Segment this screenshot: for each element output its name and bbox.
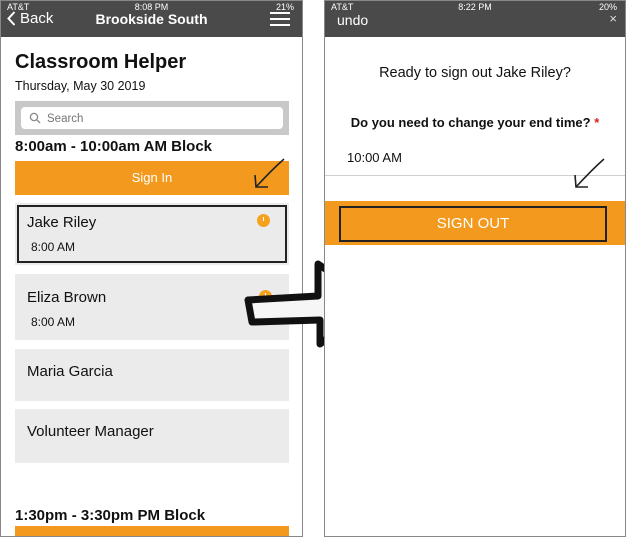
list-item-maria-garcia[interactable]: Maria Garcia <box>15 349 289 401</box>
page-date: Thursday, May 30 2019 <box>15 79 146 93</box>
sign-out-screen: AT&T 8:22 PM 20% undo × Ready to sign ou… <box>324 0 626 537</box>
page-title: Classroom Helper <box>15 51 187 73</box>
block-title-pm: 1:30pm - 3:30pm PM Block <box>15 507 206 524</box>
sign-in-button[interactable]: Sign In <box>15 161 289 195</box>
search-field-container[interactable] <box>21 107 283 129</box>
sign-out-button[interactable]: SIGN OUT <box>339 206 607 242</box>
search-bar <box>15 101 289 135</box>
status-bar: AT&T 8:22 PM 20% <box>325 1 625 13</box>
clock-icon <box>257 214 270 227</box>
required-mark: * <box>594 115 600 130</box>
person-name: Jake Riley <box>27 214 97 231</box>
search-input[interactable] <box>45 109 279 129</box>
person-time: 8:00 AM <box>31 315 76 329</box>
list-item-volunteer-manager[interactable]: Volunteer Manager <box>15 409 289 463</box>
annotation-arrow-icon <box>254 158 285 188</box>
end-time-question: Do you need to change your end time? * <box>325 115 625 130</box>
block-title-am: 8:00am - 10:00am AM Block <box>15 138 213 155</box>
pm-sign-in-button[interactable] <box>15 526 289 536</box>
person-name: Eliza Brown <box>27 289 107 306</box>
undo-button[interactable]: undo <box>337 12 368 28</box>
nav-bar: AT&T 8:22 PM 20% undo × <box>325 1 625 37</box>
person-name: Volunteer Manager <box>27 423 154 440</box>
hamburger-menu-icon[interactable] <box>270 12 290 26</box>
end-time-field[interactable]: 10:00 AM <box>347 150 402 165</box>
question-text: Do you need to change your end time? <box>350 115 591 130</box>
nav-title: Brookside South <box>95 11 208 27</box>
list-item-jake-riley[interactable]: Jake Riley 8:00 AM <box>15 203 289 265</box>
sign-out-bar: SIGN OUT <box>325 201 625 245</box>
search-icon <box>29 112 41 124</box>
nav-bar: AT&T 8:08 PM 21% Back Brookside South <box>1 1 302 37</box>
annotation-arrow-icon <box>574 158 605 188</box>
close-icon[interactable]: × <box>609 11 617 26</box>
person-time: 8:00 AM <box>31 240 76 254</box>
status-time: 8:22 PM <box>458 2 492 12</box>
confirm-message: Ready to sign out Jake Riley? <box>379 65 571 81</box>
person-name: Maria Garcia <box>27 363 113 380</box>
